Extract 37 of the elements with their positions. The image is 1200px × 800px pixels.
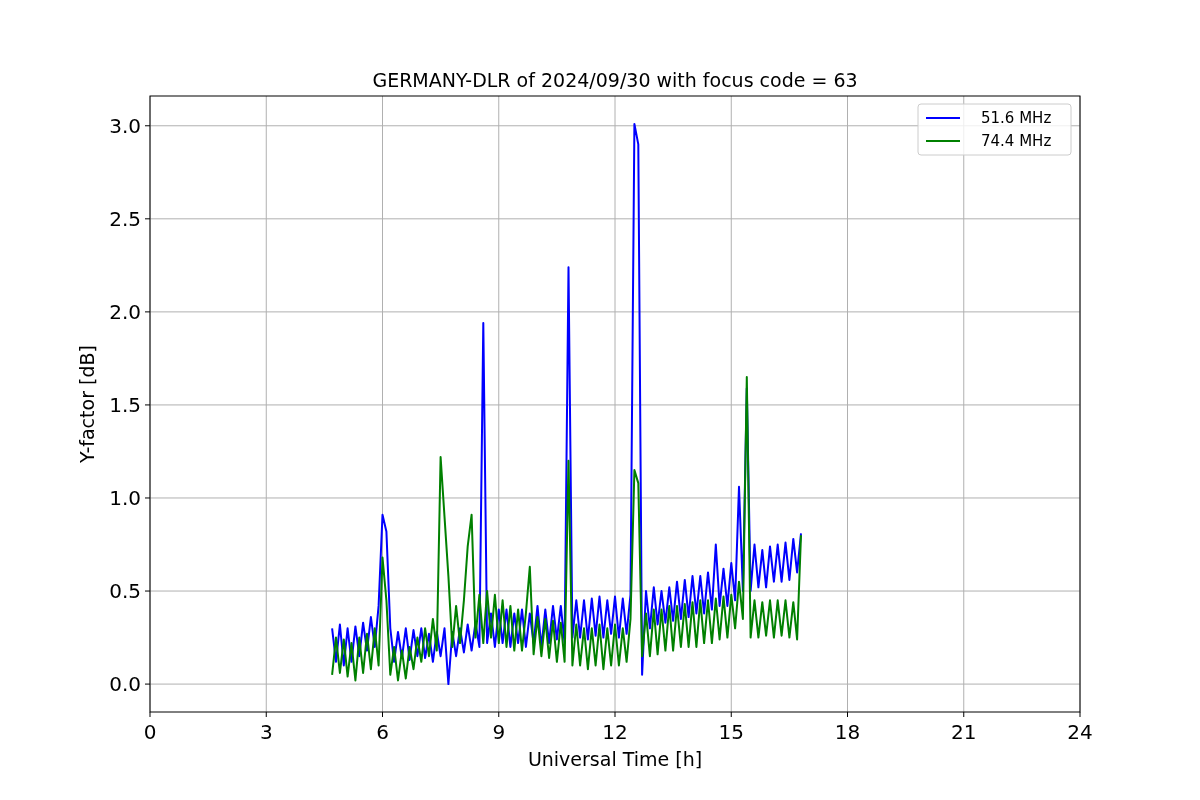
tick-label: 15	[718, 720, 744, 744]
tick-mark	[847, 711, 848, 718]
tick-label: 0	[143, 720, 157, 744]
legend-label: 74.4 MHz	[981, 132, 1052, 150]
tick-mark	[149, 711, 151, 718]
tick-mark	[614, 711, 616, 718]
tick-mark	[265, 711, 267, 718]
tick-label: 6	[376, 720, 389, 744]
tick-mark	[963, 711, 965, 718]
tick-label: 3.0	[109, 113, 141, 138]
tick-label: 21	[951, 720, 977, 744]
tick-label: 0.5	[109, 579, 141, 604]
x-axis-label: Universal Time [h]	[527, 748, 703, 770]
tick-label: 2.5	[109, 206, 141, 231]
tick-label: 12	[602, 720, 628, 744]
chart-title: GERMANY-DLR of 2024/09/30 with focus code = 63	[372, 69, 858, 91]
tick-mark	[144, 497, 151, 499]
tick-mark	[144, 218, 151, 220]
tick-mark	[382, 711, 383, 718]
tick-mark	[1079, 711, 1081, 718]
tick-label: 3	[259, 720, 273, 744]
tick-label: 18	[834, 720, 861, 744]
tick-label: 1.5	[109, 392, 141, 417]
tick-label: 2.0	[109, 299, 141, 324]
tick-mark	[144, 404, 151, 406]
tick-mark	[144, 125, 151, 127]
tick-mark	[144, 311, 151, 313]
tick-mark	[498, 711, 500, 718]
tick-mark	[144, 683, 151, 685]
tick-label: 24	[1067, 720, 1093, 744]
y-axis-label: Y-factor [dB]	[76, 345, 98, 463]
tick-label: 0.0	[109, 672, 141, 697]
legend-label: 51.6 MHz	[981, 109, 1052, 127]
tick-label: 9	[492, 720, 506, 744]
tick-mark	[144, 590, 151, 592]
tick-label: 1.0	[109, 486, 141, 510]
tick-mark	[730, 711, 732, 718]
